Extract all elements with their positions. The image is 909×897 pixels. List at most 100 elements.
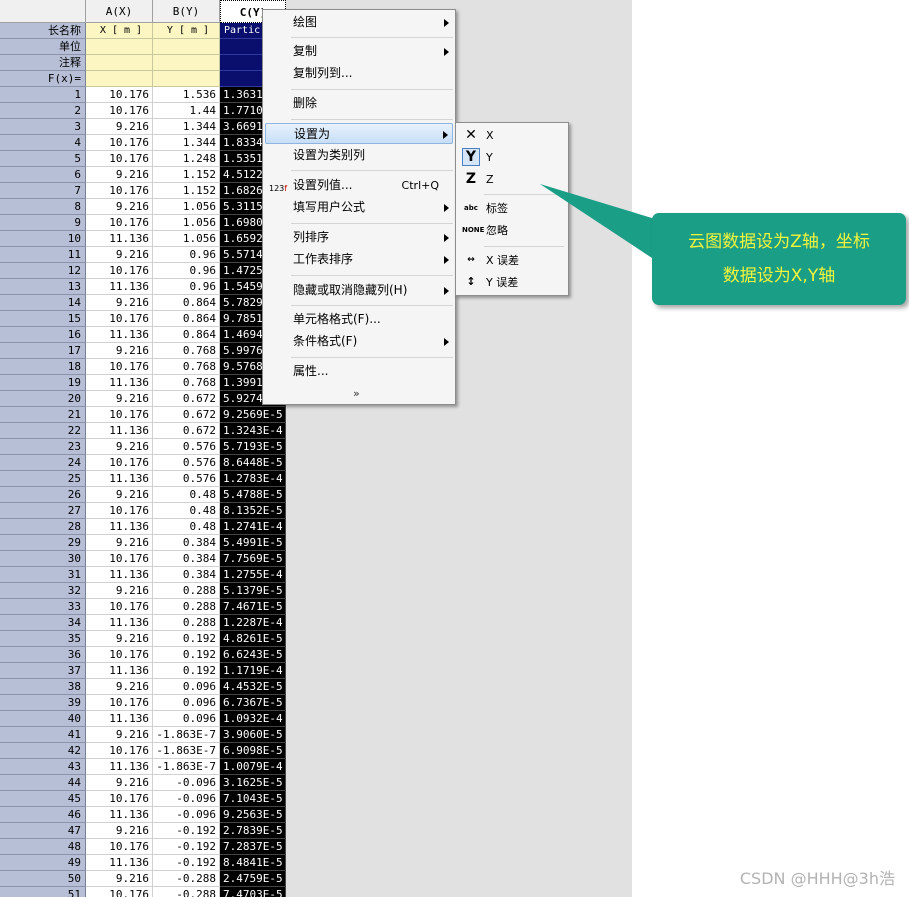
table-cell[interactable]: 1.1719E-4 xyxy=(220,663,286,679)
table-cell[interactable]: 9.216 xyxy=(86,247,153,263)
table-cell[interactable]: 10.176 xyxy=(86,791,153,807)
table-cell[interactable]: 7.2837E-5 xyxy=(220,839,286,855)
table-cell[interactable]: 0.768 xyxy=(153,375,220,391)
table-cell[interactable]: 0.864 xyxy=(153,295,220,311)
row-number[interactable]: 8 xyxy=(0,199,86,215)
table-cell[interactable]: -0.288 xyxy=(153,887,220,897)
table-cell[interactable]: 8.6448E-5 xyxy=(220,455,286,471)
table-cell[interactable]: 1.344 xyxy=(153,119,220,135)
meta-cell[interactable] xyxy=(86,39,153,55)
table-cell[interactable]: 0.192 xyxy=(153,647,220,663)
row-number[interactable]: 47 xyxy=(0,823,86,839)
row-number[interactable]: 38 xyxy=(0,679,86,695)
row-number[interactable]: 45 xyxy=(0,791,86,807)
table-cell[interactable]: 0.096 xyxy=(153,695,220,711)
table-cell[interactable]: 10.176 xyxy=(86,599,153,615)
table-cell[interactable]: 5.4788E-5 xyxy=(220,487,286,503)
table-cell[interactable]: 11.136 xyxy=(86,567,153,583)
row-number[interactable]: 42 xyxy=(0,743,86,759)
column-header-b[interactable]: B(Y) xyxy=(153,0,220,23)
row-number[interactable]: 44 xyxy=(0,775,86,791)
row-number[interactable]: 29 xyxy=(0,535,86,551)
table-cell[interactable]: 9.216 xyxy=(86,871,153,887)
table-cell[interactable]: 1.2287E-4 xyxy=(220,615,286,631)
table-cell[interactable]: 0.384 xyxy=(153,551,220,567)
menu-item-properties[interactable]: 属性... xyxy=(265,361,453,382)
row-number[interactable]: 21 xyxy=(0,407,86,423)
row-number[interactable]: 16 xyxy=(0,327,86,343)
table-cell[interactable]: 7.4671E-5 xyxy=(220,599,286,615)
row-number[interactable]: 28 xyxy=(0,519,86,535)
row-number[interactable]: 33 xyxy=(0,599,86,615)
row-number[interactable]: 40 xyxy=(0,711,86,727)
table-cell[interactable]: -1.863E-7 xyxy=(153,759,220,775)
table-cell[interactable]: 4.4532E-5 xyxy=(220,679,286,695)
row-number[interactable]: 23 xyxy=(0,439,86,455)
table-cell[interactable]: 10.176 xyxy=(86,407,153,423)
table-cell[interactable]: 8.1352E-5 xyxy=(220,503,286,519)
table-cell[interactable]: 11.136 xyxy=(86,855,153,871)
table-cell[interactable]: 9.216 xyxy=(86,167,153,183)
row-number[interactable]: 39 xyxy=(0,695,86,711)
row-number[interactable]: 30 xyxy=(0,551,86,567)
meta-cell[interactable]: Y [ m ] xyxy=(153,23,220,39)
table-cell[interactable]: -1.863E-7 xyxy=(153,727,220,743)
row-number[interactable]: 11 xyxy=(0,247,86,263)
table-cell[interactable]: 6.6243E-5 xyxy=(220,647,286,663)
table-cell[interactable]: 9.216 xyxy=(86,343,153,359)
table-cell[interactable]: -1.863E-7 xyxy=(153,743,220,759)
table-cell[interactable]: 0.576 xyxy=(153,471,220,487)
row-number[interactable]: 43 xyxy=(0,759,86,775)
row-number[interactable]: 22 xyxy=(0,423,86,439)
menu-item-copy[interactable]: 复制 xyxy=(265,41,453,62)
table-cell[interactable]: 9.216 xyxy=(86,119,153,135)
table-cell[interactable]: -0.096 xyxy=(153,807,220,823)
table-cell[interactable]: 10.176 xyxy=(86,647,153,663)
table-cell[interactable]: 1.2755E-4 xyxy=(220,567,286,583)
table-cell[interactable]: -0.192 xyxy=(153,839,220,855)
row-number[interactable]: 51 xyxy=(0,887,86,897)
row-number[interactable]: 20 xyxy=(0,391,86,407)
table-cell[interactable]: 9.216 xyxy=(86,199,153,215)
row-number[interactable]: 34 xyxy=(0,615,86,631)
row-number[interactable]: 10 xyxy=(0,231,86,247)
row-number[interactable]: 3 xyxy=(0,119,86,135)
row-number[interactable]: 49 xyxy=(0,855,86,871)
row-number[interactable]: 26 xyxy=(0,487,86,503)
table-cell[interactable]: 10.176 xyxy=(86,311,153,327)
table-cell[interactable]: 0.288 xyxy=(153,599,220,615)
row-number[interactable]: 9 xyxy=(0,215,86,231)
row-number[interactable]: 2 xyxy=(0,103,86,119)
table-cell[interactable]: 11.136 xyxy=(86,807,153,823)
menu-item-sort-worksheet[interactable]: 工作表排序 xyxy=(265,249,453,270)
table-cell[interactable]: 10.176 xyxy=(86,151,153,167)
row-number[interactable]: 48 xyxy=(0,839,86,855)
row-number[interactable]: 15 xyxy=(0,311,86,327)
table-cell[interactable]: 0.672 xyxy=(153,391,220,407)
table-cell[interactable]: 0.096 xyxy=(153,679,220,695)
table-cell[interactable]: 10.176 xyxy=(86,103,153,119)
table-cell[interactable]: 5.4991E-5 xyxy=(220,535,286,551)
menu-item-set-as-category[interactable]: 设置为类别列 xyxy=(265,145,453,166)
table-cell[interactable]: 10.176 xyxy=(86,839,153,855)
menu-item-fill-user-formula[interactable]: 填写用户公式 xyxy=(265,197,453,218)
table-cell[interactable]: 1.152 xyxy=(153,183,220,199)
table-cell[interactable]: 1.056 xyxy=(153,215,220,231)
table-cell[interactable]: 1.248 xyxy=(153,151,220,167)
table-cell[interactable]: 1.2741E-4 xyxy=(220,519,286,535)
row-number[interactable]: 17 xyxy=(0,343,86,359)
table-cell[interactable]: -0.096 xyxy=(153,775,220,791)
table-cell[interactable]: 9.216 xyxy=(86,391,153,407)
table-cell[interactable]: 11.136 xyxy=(86,279,153,295)
menu-item-cell-format[interactable]: 单元格格式(F)... xyxy=(265,309,453,330)
table-cell[interactable]: 1.056 xyxy=(153,199,220,215)
menu-item-copy-columns-to[interactable]: 复制列到... xyxy=(265,63,453,84)
menu-item-plot[interactable]: 绘图 xyxy=(265,12,453,33)
table-cell[interactable]: 3.1625E-5 xyxy=(220,775,286,791)
table-cell[interactable]: 0.672 xyxy=(153,407,220,423)
table-cell[interactable]: 11.136 xyxy=(86,663,153,679)
table-cell[interactable]: 9.216 xyxy=(86,775,153,791)
row-number[interactable]: 14 xyxy=(0,295,86,311)
table-cell[interactable]: 0.576 xyxy=(153,439,220,455)
table-cell[interactable]: -0.096 xyxy=(153,791,220,807)
